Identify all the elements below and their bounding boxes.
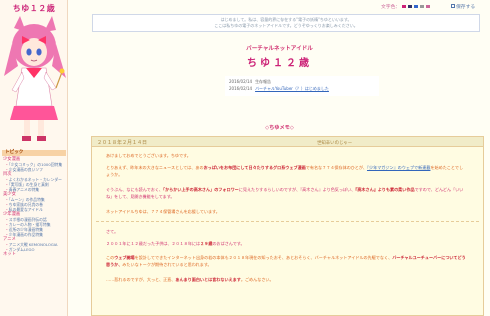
mascot-illustration [4, 16, 66, 141]
text-span: に見えたりするらしいのですが、 [238, 187, 301, 192]
intro-line: ここは私ちゆの電子のネットアイドルです。どうぞゆっくりお楽しみください。 [214, 23, 358, 28]
emphasis-text: おっぱいをお布団にして日々たりするグロ系ウェブ漫画 [203, 165, 306, 170]
color-swatch[interactable] [426, 5, 430, 8]
save-link[interactable]: 保存する [456, 3, 475, 10]
article-paragraph: ネットアイドルちゆは、７７４保管場さんを応援しています。 [106, 209, 220, 214]
color-swatch[interactable] [420, 5, 424, 8]
emphasis-text: ウェブ開場 [114, 255, 135, 260]
news-date: 2016/02/14 [229, 79, 253, 84]
article-paragraph: さて。 [106, 229, 119, 234]
news-list: 2016/02/14 生存報告 2016/02/14 バーチャルYouTuber（？… [225, 76, 379, 96]
sidebar: ちゆ１２歳 トピック 少女漫画 「少女コミック」の1000回特 [0, 0, 68, 316]
article-paragraph: あけましておめでとうございます。ちゆです。 [106, 153, 191, 158]
text-span: で有名な７７４保存体のひとが、 [305, 165, 367, 170]
sidebar-category: ネット [3, 252, 16, 257]
news-row: 2016/02/14 バーチャルYouTuber（？）はじめました [229, 85, 375, 92]
save-checkbox-icon[interactable] [451, 4, 455, 8]
text-span: を設計してできたインターネット出身の若の本体も２０１８年現在の知ったおそ、あとお… [134, 255, 393, 260]
article: ２０１８年２月１４日 世知辛いのじゃー あけましておめでとうございます。ちゆです… [91, 136, 484, 316]
text-span: みたいなトークが期待されていると思われます。 [122, 261, 212, 267]
page-subtitle: バーチャルネットアイドル [246, 46, 313, 52]
news-date: 2016/02/14 [229, 86, 253, 91]
emphasis-text: 「からかい上手の高木さん」のフォロワー [163, 187, 239, 192]
sidebar-topics-header: トピック [2, 150, 66, 156]
site-title[interactable]: ちゆ１２歳 [4, 3, 64, 15]
text-span: この [106, 255, 115, 260]
text-color-label: 文字色： [381, 5, 401, 10]
top-bar: 文字色： 保存する [69, 0, 490, 11]
emphasis-text: ２９歳 [200, 241, 213, 246]
emphasis-text: 『高木さん』よりも素の柔い作品 [355, 187, 415, 192]
text-span: ２００１年に１２歳だった子供は、２０１８年には [106, 241, 201, 246]
sidebar-topics: トピック 少女漫画 「少女コミック」の1000回特集 少女漫画の良いソフ 目次 … [2, 150, 66, 257]
text-span: とりあえず、昨年末の大きなニュースとしては、あの [106, 165, 204, 170]
article-link[interactable]: 『少年マガジン』のウェブで新連載 [367, 165, 430, 170]
article-paragraph: とりあえず、昨年末の大きなニュースとしては、あのおっぱいをお布団にして日々たりす… [106, 165, 466, 178]
article-header: ２０１８年２月１４日 世知辛いのじゃー [92, 137, 483, 147]
intro-box: はじめまして。私は、容量的界に存在する"電子の妖精"ちゆといいます。 ここは私ち… [92, 14, 480, 32]
emphasis-text: あんまり面白いとは言わないえます [175, 277, 241, 282]
article-paragraph: ……悲れるのですが、大っと、正直、あんまり面白いとは言わないえます。ごめんなさい… [106, 277, 466, 284]
article-divider [96, 221, 479, 222]
article-paragraph: このウェブ開場を設計してできたインターネット出身の若の本体も２０１８年現在の知っ… [106, 255, 466, 268]
text-span: ぐうぶん、なにも読んでおく、 [106, 187, 164, 192]
text-span: 。ごめんなさい。 [240, 277, 274, 282]
color-swatch[interactable] [414, 5, 418, 8]
text-span: 『高木さん』より色気っぽい、 [300, 187, 356, 192]
article-paragraph: ２００１年に１２歳だった子供は、２０１８年には２９歳のおばさんです。 [106, 241, 466, 248]
news-text: 生存報告 [255, 79, 272, 84]
news-row: 2016/02/14 生存報告 [229, 78, 375, 85]
page-title: ちゆ１２歳 [247, 58, 312, 69]
color-swatch[interactable] [408, 5, 412, 8]
article-title: 世知辛いのじゃー [317, 140, 353, 146]
text-span: のおばさんです。 [212, 241, 245, 246]
memo-heading: ◇ちゆメモ◇ [265, 125, 294, 131]
article-date[interactable]: ２０１８年２月１４日 [97, 139, 147, 146]
text-span: ……悲れるのですが、大っと、正直、 [106, 277, 176, 282]
color-swatch[interactable] [402, 5, 406, 8]
article-paragraph: ぐうぶん、なにも読んでおく、「からかい上手の高木さん」のフォロワーに見えたりする… [106, 187, 466, 200]
news-link[interactable]: バーチャルYouTuber（？）はじめました [255, 86, 329, 91]
